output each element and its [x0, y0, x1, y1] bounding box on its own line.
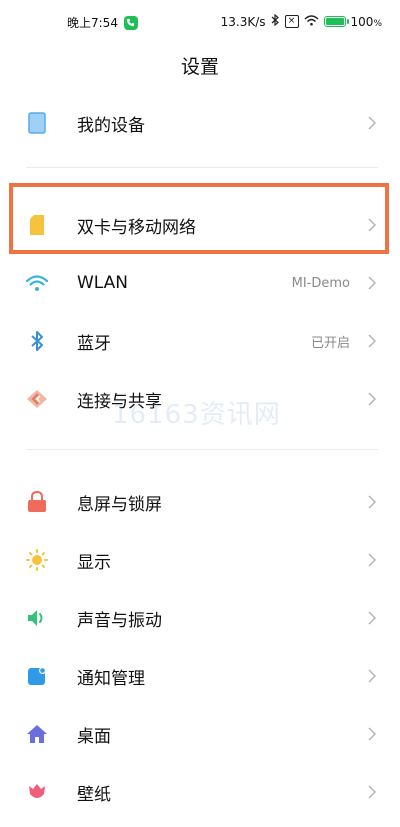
settings-item-label: 桌面 — [77, 726, 111, 747]
settings-item-label: 壁纸 — [77, 784, 111, 805]
status-time: 晚上7:54 — [67, 16, 118, 30]
settings-item-label: 声音与振动 — [77, 610, 162, 631]
sun-icon — [26, 549, 48, 571]
settings-item-wallpaper[interactable]: 壁纸 — [0, 763, 400, 821]
chevron-right-icon — [366, 494, 378, 510]
chevron-right-icon — [366, 668, 378, 684]
status-bar: 晚上7:54 13.3K/s × 100% — [0, 0, 400, 44]
bluetooth-icon — [26, 330, 48, 352]
speaker-icon — [26, 607, 48, 629]
settings-item-display[interactable]: 显示 — [0, 531, 400, 589]
section-divider — [26, 449, 378, 450]
chevron-right-icon — [366, 275, 378, 291]
page-title: 设置 — [180, 56, 219, 78]
status-left: 晚上7:54 — [67, 14, 138, 31]
settings-item-lock-screen[interactable]: 息屏与锁屏 — [0, 473, 400, 531]
bluetooth-status: 已开启 — [310, 335, 350, 351]
wifi-status-icon — [304, 14, 319, 29]
settings-item-label: 通知管理 — [77, 668, 145, 689]
chevron-right-icon — [366, 610, 378, 626]
settings-item-label: 息屏与锁屏 — [77, 494, 162, 515]
network-speed: 13.3K/s — [220, 14, 266, 29]
settings-item-label: 显示 — [77, 552, 111, 573]
section-divider — [26, 167, 378, 168]
wlan-network-name: MI-Demo — [291, 275, 350, 291]
no-sim-icon: × — [284, 15, 299, 28]
chevron-right-icon — [366, 333, 378, 349]
chevron-right-icon — [366, 784, 378, 800]
settings-item-bluetooth[interactable]: 蓝牙 已开启 — [0, 312, 400, 370]
settings-item-home-screen[interactable]: 桌面 — [0, 705, 400, 763]
status-right: 13.3K/s × 100% — [220, 13, 382, 29]
chevron-right-icon — [366, 391, 378, 407]
settings-item-wlan[interactable]: WLAN MI-Demo — [0, 254, 400, 312]
settings-item-my-device[interactable]: 我的设备 — [0, 94, 400, 152]
battery-icon — [323, 16, 349, 27]
watermark-text: 16163资讯网 — [112, 400, 281, 430]
chevron-right-icon — [366, 726, 378, 742]
connection-icon — [26, 388, 48, 410]
notification-icon — [26, 665, 48, 687]
lock-icon — [26, 491, 48, 513]
settings-item-label: 我的设备 — [77, 115, 145, 136]
settings-item-label: 蓝牙 — [77, 333, 111, 354]
battery-level: 100% — [350, 14, 382, 29]
phone-icon — [123, 15, 138, 30]
bluetooth-status-icon — [271, 13, 280, 29]
tulip-icon — [26, 781, 48, 803]
chevron-right-icon — [366, 552, 378, 568]
wifi-icon — [26, 272, 48, 294]
highlight-box — [9, 183, 389, 254]
settings-item-sound-vibration[interactable]: 声音与振动 — [0, 589, 400, 647]
chevron-right-icon — [366, 115, 378, 131]
settings-item-notifications[interactable]: 通知管理 — [0, 647, 400, 705]
settings-item-label: WLAN — [77, 273, 129, 293]
device-icon — [26, 112, 48, 134]
home-icon — [26, 723, 48, 745]
